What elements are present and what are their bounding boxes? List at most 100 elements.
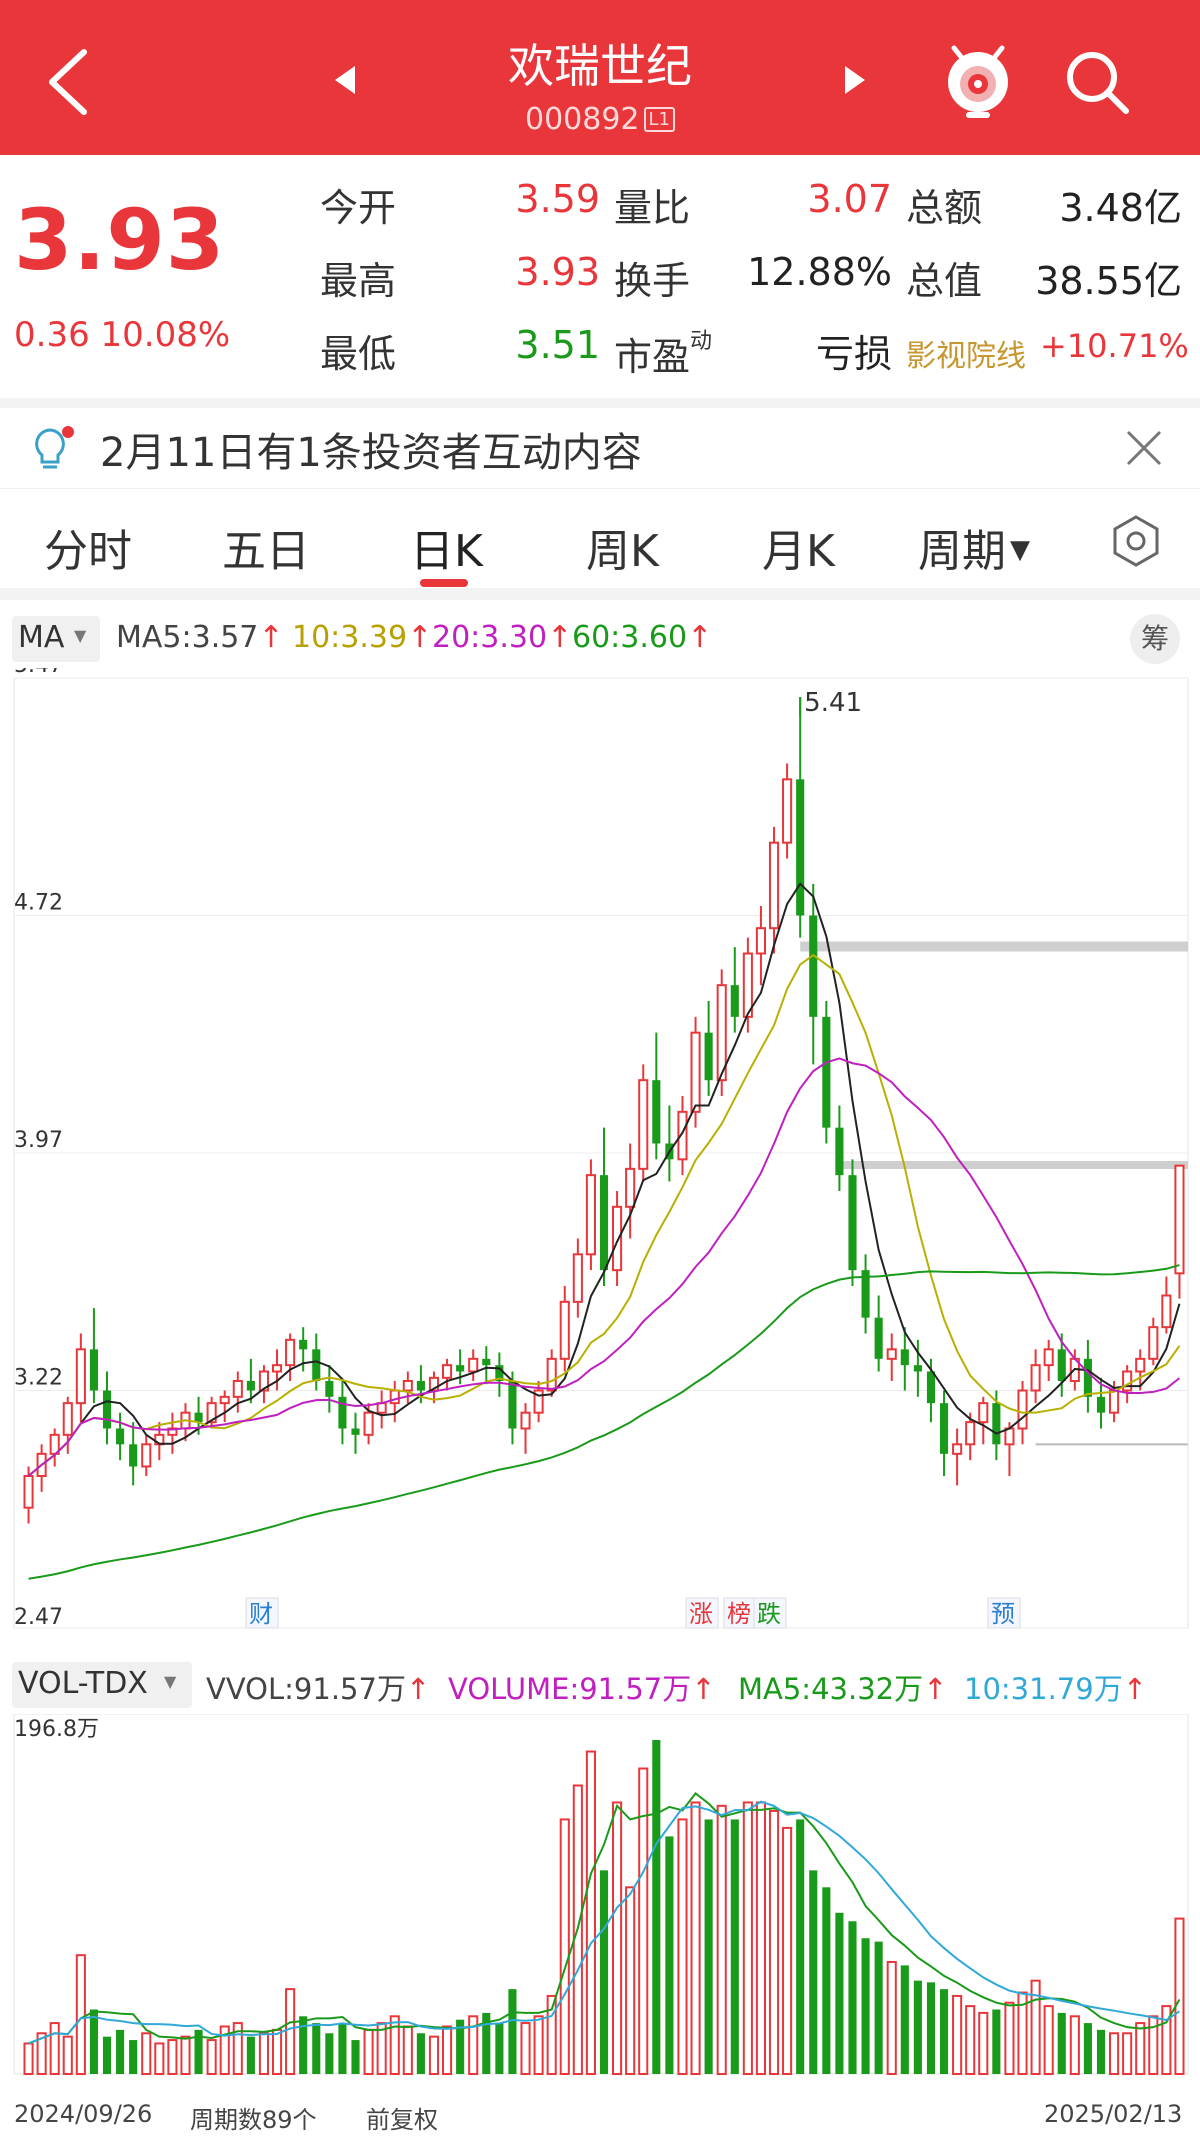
candlestick-chart[interactable]: 5.47 4.72 3.97 3.22 2.47 5.41 财 涨榜跌 预 [0,668,1200,1668]
volume-bar [638,1767,649,2075]
last-price: 3.93 [14,191,226,289]
candle-body [886,1348,897,1360]
candle-body [965,1421,976,1446]
volume-bar [900,1965,909,2074]
volume-max-tick: 196.8万 [14,1717,99,1742]
volume-bar [129,2040,138,2074]
lightbulb-icon [35,426,74,469]
tab-daily-k[interactable]: 日K [410,515,483,579]
candle-body [456,1365,465,1372]
candle-body [730,985,739,1017]
volume-bar [913,1980,922,2074]
volume-bar [102,2036,112,2074]
volume-indicator-selector[interactable]: VOL-TDX ▼ [12,1662,192,1708]
volume-bar [428,2035,440,2075]
volume-bar [716,1804,727,2076]
volume-bar [285,1988,296,2075]
turnover-value: 12.88% [747,250,892,294]
candle-body [1083,1358,1092,1397]
adjust-mode[interactable]: 前复权 [366,2100,438,2135]
volume-bar [926,1982,936,2074]
up-arrow-icon: ↑ [258,620,284,655]
candle-body [1148,1326,1159,1360]
vol-ma10-legend: 10:31.79万↑ [964,1666,1147,1708]
volume-bar [1122,2032,1133,2075]
candle-body [1135,1357,1146,1373]
tab-five-day[interactable]: 五日 [222,515,310,579]
candle-body [612,1205,623,1272]
ma10-legend: 10:3.39↑ [292,620,432,655]
candle-body [194,1412,203,1423]
candle-body [652,1080,661,1144]
up-arrow-icon: ↑ [547,620,573,655]
candle-body [325,1381,334,1397]
event-marker: 财 [249,1600,273,1628]
tab-period-dropdown[interactable]: 周期 ▼ [918,515,1030,579]
settings-hexagon-icon[interactable] [1108,513,1164,569]
amount-value: 3.48亿 [1059,186,1182,230]
volume-bar [1069,2015,1080,2076]
low-label: 最低 [320,332,397,376]
close-icon[interactable] [1122,426,1166,470]
candle-body [1122,1370,1133,1392]
volume-bar [742,1801,753,2075]
up-arrow-icon: ↑ [1122,1672,1148,1706]
search-button[interactable] [1060,45,1134,119]
candle-body [1109,1389,1120,1414]
volume-bar [978,2011,989,2075]
tab-weekly-k[interactable]: 周K [586,515,659,579]
candle-body [271,1364,283,1373]
candle-body [559,1300,570,1360]
up-arrow-icon: ↑ [407,620,433,655]
volume-bar [1043,2005,1054,2076]
candle-body [141,1443,152,1468]
volume-bar [23,2042,34,2076]
volume-bar [782,1826,793,2076]
candle-body [992,1403,1001,1445]
market-cap-value: 38.55亿 [1035,259,1182,303]
candle-body [285,1338,296,1367]
next-stock-button[interactable] [835,60,875,100]
pe-dynamic-mark: 动 [690,329,713,354]
candle-body [232,1380,243,1398]
investor-notice-bar[interactable]: 2月11日有1条投资者互动内容 [0,398,1200,486]
pe-label-text: 市盈 [614,335,691,379]
change-percent: 10.08% [100,315,231,355]
event-marker: 涨 [689,1600,713,1628]
candle-body [1057,1349,1066,1381]
volume-bar [677,1818,688,2075]
vol-ma10-legend-text: 10:31.79万 [964,1672,1123,1706]
candle-body [102,1390,112,1429]
sector-change[interactable]: +10.71% [1040,327,1189,365]
volume-bar [62,2035,73,2075]
stock-code: 000892 L1 [0,102,1200,137]
candle-body [625,1167,636,1208]
ma20-legend-text: 20:3.30 [432,620,548,655]
volume-bar [258,2032,270,2075]
volume-bar [89,2009,98,2074]
sector-label[interactable]: 影视院线 [906,331,1026,375]
pe-label: 市盈动 [614,323,712,381]
assistant-button[interactable] [940,38,1016,120]
volume-chart[interactable]: 196.8万 [0,1714,1200,2084]
candle-body [809,915,818,1017]
volume-bar [599,1870,609,2074]
candle-body [796,779,805,916]
ma-selector[interactable]: MA ▼ [12,616,100,662]
volume-bar [206,2039,217,2076]
notice-text[interactable]: 2月11日有1条投资者互动内容 [100,420,642,478]
volume-bar [559,1818,570,2075]
volume-bar [508,1989,517,2074]
volume-bar [141,2032,152,2075]
chip-distribution-button[interactable]: 筹 [1130,614,1180,664]
candle-body [848,1175,857,1271]
start-date: 2024/09/26 [14,2100,153,2128]
volume-bar [704,1819,713,2074]
tab-monthly-k[interactable]: 月K [762,515,835,579]
volume-bar [861,1938,870,2074]
ma5-legend: MA5:3.57↑ [116,620,284,655]
period-tabs: 分时 五日 日K 周K 月K 周期 ▼ [0,488,1200,588]
tab-intraday[interactable]: 分时 [44,515,132,579]
candle-body [1174,1164,1185,1275]
candle-body [755,927,766,955]
